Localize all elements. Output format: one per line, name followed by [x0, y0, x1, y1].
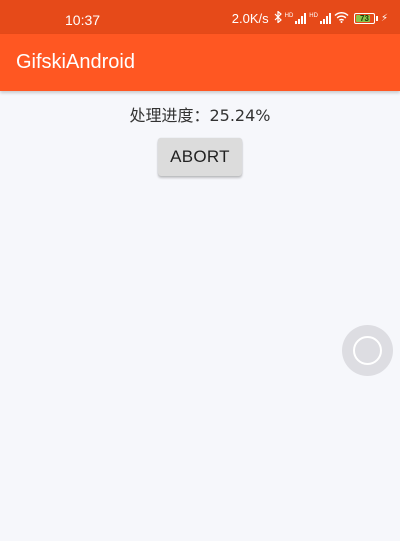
status-bar: 10:37 2.0K/s HD HD 73 ⚡: [0, 0, 400, 34]
signal-icon: HD: [309, 12, 331, 24]
progress-text: 处理进度：25.24%: [129, 106, 271, 125]
battery-nub: [375, 15, 378, 21]
status-indicators: 2.0K/s HD HD 73 ⚡: [231, 10, 388, 26]
floating-ball-icon[interactable]: [342, 325, 393, 376]
charging-icon: ⚡: [380, 12, 388, 24]
battery-level: 73: [360, 13, 369, 23]
abort-button[interactable]: ABORT: [158, 138, 242, 176]
status-time: 10:37: [65, 12, 101, 28]
app-bar: GifskiAndroid: [0, 34, 400, 91]
signal-icon: HD: [284, 12, 307, 24]
network-speed: 2.0K/s: [231, 10, 269, 26]
bluetooth-icon: [274, 10, 282, 26]
app-title: GifskiAndroid: [16, 51, 135, 73]
signal-tag: HD: [284, 12, 294, 19]
wifi-icon: [334, 10, 349, 26]
floating-ball-ring: [353, 336, 382, 365]
battery-icon: 73: [353, 12, 375, 24]
signal-tag: HD: [309, 12, 318, 19]
